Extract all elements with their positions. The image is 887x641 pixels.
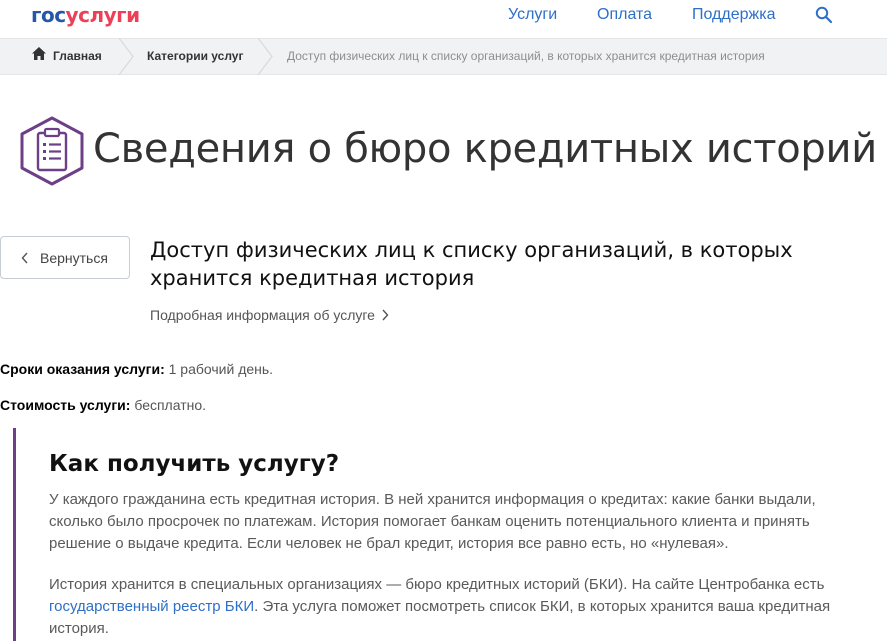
top-header: госуслуги Услуги Оплата Поддержка [0, 0, 887, 38]
gosuslugi-logo[interactable]: госуслуги [31, 3, 140, 27]
howto-paragraph: История хранится в специальных организац… [49, 574, 849, 640]
service-term: Сроки оказания услуги: 1 рабочий день. [0, 361, 273, 377]
service-title: Доступ физических лиц к списку организац… [150, 238, 793, 290]
breadcrumb-home[interactable]: Главная [53, 49, 102, 63]
breadcrumb-categories[interactable]: Категории услуг [147, 49, 243, 63]
back-button[interactable]: Вернуться [0, 236, 130, 279]
bki-registry-link[interactable]: государственный реестр БКИ [49, 598, 254, 615]
nav-payment-link[interactable]: Оплата [597, 6, 652, 24]
breadcrumb-current: Доступ физических лиц к списку организац… [287, 49, 765, 63]
service-details-label: Подробная информация об услуге [150, 307, 375, 323]
service-cost-label: Стоимость услуги: [0, 397, 131, 413]
service-cost: Стоимость услуги: бесплатно. [0, 397, 206, 413]
service-details-link[interactable]: Подробная информация об услуге [150, 307, 389, 323]
breadcrumb-separator-icon [257, 38, 273, 75]
search-icon[interactable] [815, 6, 833, 24]
nav-support-link[interactable]: Поддержка [692, 6, 775, 24]
breadcrumb: Главная Категории услуг Доступ физически… [0, 38, 887, 75]
howto-paragraph: У каждого гражданина есть кредитная исто… [49, 491, 816, 552]
service-cost-value: бесплатно. [130, 397, 207, 413]
breadcrumb-separator-icon [118, 38, 134, 75]
chevron-left-icon [21, 252, 28, 264]
home-icon[interactable] [32, 47, 46, 60]
logo-part-uslugi: услуги [65, 3, 141, 27]
logo-part-gos: гос [31, 3, 66, 27]
howto-title: Как получить услугу? [49, 451, 340, 477]
page-title: Сведения о бюро кредитных историй [93, 126, 877, 172]
nav-services-link[interactable]: Услуги [508, 6, 557, 24]
back-button-label: Вернуться [40, 250, 108, 266]
chevron-right-icon [382, 309, 389, 321]
service-term-label: Сроки оказания услуги: [0, 361, 165, 377]
clipboard-list-icon [20, 116, 84, 186]
howto-p2-text: История хранится в специальных организац… [49, 576, 825, 593]
service-term-value: 1 рабочий день. [164, 361, 274, 377]
